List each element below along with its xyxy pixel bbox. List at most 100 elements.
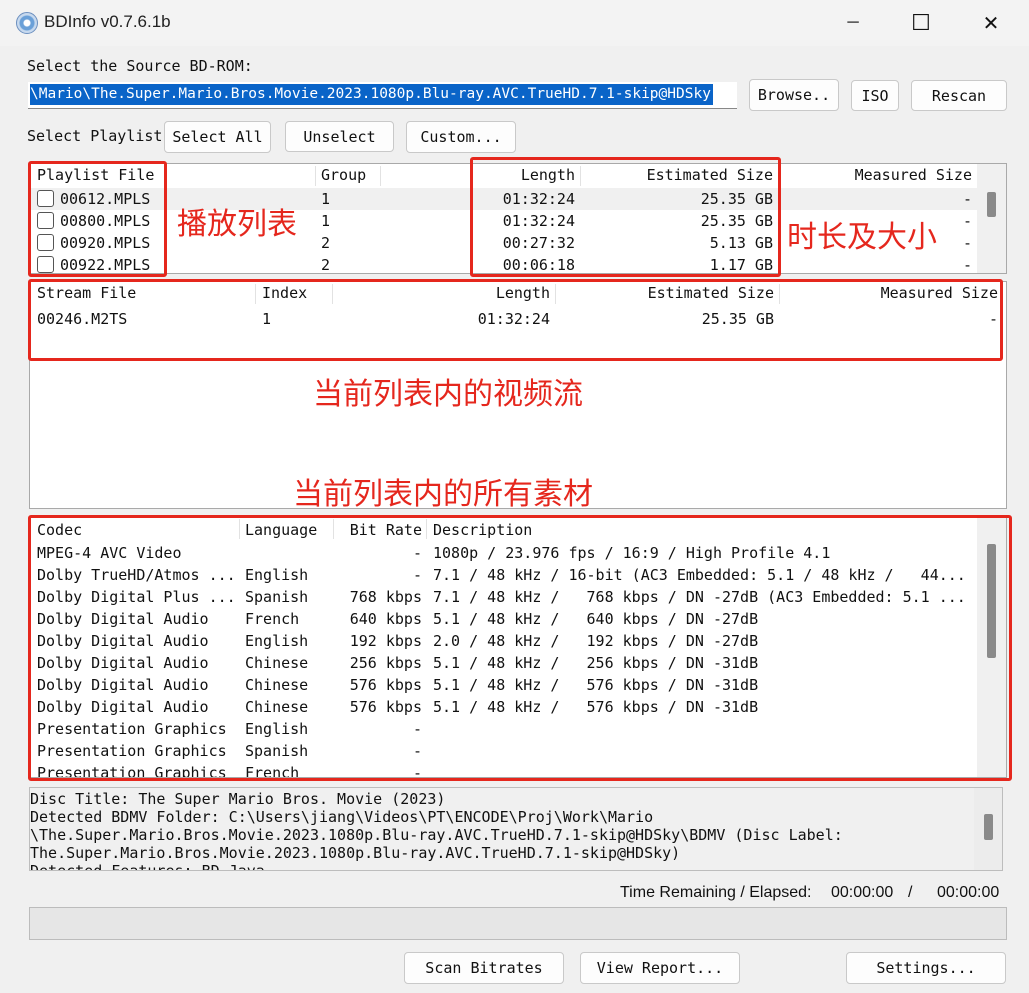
codec-description [433,762,973,777]
codec-name: Presentation Graphics [37,720,227,738]
codec-language: Spanish [245,588,309,606]
unselect-button[interactable]: Unselect [285,121,394,152]
codec-name: Dolby Digital Audio [37,610,209,628]
playlist-meas-size: - [962,256,972,274]
select-all-button[interactable]: Select All [164,121,271,153]
log-line: Disc Title: The Super Mario Bros. Movie … [30,790,446,808]
log-scrollbar[interactable] [974,788,1002,870]
codec-bitrate: - [412,764,422,778]
playlist-checkbox[interactable] [37,234,54,251]
codec-language: French [245,764,300,778]
codec-language: Chinese [245,676,309,694]
minimize-icon[interactable]: ─ [830,8,876,38]
settings-button[interactable]: Settings... [846,952,1006,984]
playlist-group: 1 [321,190,331,208]
view-report-button[interactable]: View Report... [580,952,740,984]
playlist-checkbox[interactable] [37,212,54,229]
playlist-length: 01:32:24 [502,190,575,208]
time-slash: / [908,884,913,901]
codec-language: Chinese [245,654,309,672]
annotation-length-size: 时长及大小 [787,220,937,255]
playlist-group: 1 [321,212,331,230]
codec-description: 5.1 / 48 kHz / 256 kbps / DN -31dB [433,654,759,672]
col-group[interactable]: Group [321,164,366,186]
codec-description: 5.1 / 48 kHz / 576 kbps / DN -31dB [433,676,759,694]
playlist-checkbox[interactable] [37,256,54,273]
scan-bitrates-button[interactable]: Scan Bitrates [404,952,564,984]
codec-language: English [245,632,309,650]
col-bitrate[interactable]: Bit Rate [335,519,422,541]
playlist-scroll-thumb[interactable] [987,192,996,217]
playlist-file: 00920.MPLS [60,234,151,252]
playlist-est-size: 5.13 GB [709,234,773,252]
codec-language: French [245,610,300,628]
codec-description [433,740,973,762]
codec-bitrate: 256 kbps [349,654,422,672]
codec-name: Dolby Digital Audio [37,632,209,650]
source-path-text: \Mario\The.Super.Mario.Bros.Movie.2023.1… [30,84,713,105]
col-stream-length[interactable]: Length [430,282,550,304]
codec-bitrate: 192 kbps [349,632,422,650]
codec-bitrate: - [412,544,422,562]
playlist-group: 2 [321,234,331,252]
log-scroll-thumb[interactable] [984,814,993,840]
codec-name: Presentation Graphics [37,764,227,778]
playlist-checkbox[interactable] [37,190,54,207]
codec-language: Chinese [245,698,309,716]
custom-button[interactable]: Custom... [406,121,516,153]
maximize-icon[interactable]: ☐ [898,8,944,38]
codec-description: 7.1 / 48 kHz / 768 kbps / DN -27dB (AC3 … [433,588,966,606]
codec-name: Dolby Digital Audio [37,654,209,672]
time-elapsed: 00:00:00 [937,884,1000,901]
col-stream-measured-size[interactable]: Measured Size [785,282,998,304]
col-description[interactable]: Description [433,519,532,541]
playlist-est-size: 1.17 GB [709,256,773,274]
stream-est-size: 25.35 GB [701,310,774,328]
playlist-est-size: 25.35 GB [700,190,773,208]
stream-index: 1 [262,310,272,328]
playlist-meas-size: - [962,190,972,208]
col-language[interactable]: Language [245,519,317,541]
window-title: BDInfo v0.7.6.1b [44,12,171,31]
time-label: Time Remaining / Elapsed: [620,884,812,901]
col-estimated-size[interactable]: Estimated Size [585,164,773,186]
codec-bitrate: 768 kbps [349,588,422,606]
col-measured-size[interactable]: Measured Size [785,164,972,186]
playlist-est-size: 25.35 GB [700,212,773,230]
stream-meas-size: - [988,310,998,328]
annotation-streams: 当前列表内的视频流 [313,377,583,412]
codec-bitrate: - [412,566,422,584]
rescan-button[interactable]: Rescan [911,80,1007,111]
codec-name: Dolby Digital Audio [37,698,209,716]
log-lines: Disc Title: The Super Mario Bros. Movie … [30,790,843,870]
codec-bitrate: - [412,742,422,760]
codec-description [433,718,973,740]
col-length[interactable]: Length [470,164,575,186]
annotation-playlist: 播放列表 [177,207,297,242]
codec-scrollbar[interactable] [977,517,1006,777]
disc-icon [16,12,38,34]
codec-scroll-thumb[interactable] [987,544,996,658]
browse-button[interactable]: Browse.. [749,79,839,111]
playlist-scrollbar[interactable] [977,164,1006,273]
codec-description: 2.0 / 48 kHz / 192 kbps / DN -27dB [433,632,759,650]
col-index[interactable]: Index [262,282,307,304]
codec-name: Dolby Digital Audio [37,676,209,694]
log-text-area[interactable]: Disc Title: The Super Mario Bros. Movie … [29,787,1003,871]
col-stream-file[interactable]: Stream File [37,282,136,304]
iso-button[interactable]: ISO [851,80,899,111]
col-playlist-file[interactable]: Playlist File [37,164,154,186]
close-icon[interactable]: ✕ [968,8,1014,38]
log-line: Detected BDMV Folder: C:\Users\jiang\Vid… [30,808,654,826]
codec-language: English [245,566,309,584]
col-stream-estimated-size[interactable]: Estimated Size [570,282,774,304]
playlist-group: 2 [321,256,331,274]
codec-bitrate: - [412,720,422,738]
codec-name: Presentation Graphics [37,742,227,760]
codec-description: 7.1 / 48 kHz / 16-bit (AC3 Embedded: 5.1… [433,566,966,584]
source-path-input[interactable]: \Mario\The.Super.Mario.Bros.Movie.2023.1… [28,82,737,109]
col-codec[interactable]: Codec [37,519,82,541]
codec-description: 5.1 / 48 kHz / 640 kbps / DN -27dB [433,610,759,628]
codec-table[interactable]: Codec Language Bit Rate Description MPEG… [29,516,1007,778]
codec-language: English [245,720,309,738]
